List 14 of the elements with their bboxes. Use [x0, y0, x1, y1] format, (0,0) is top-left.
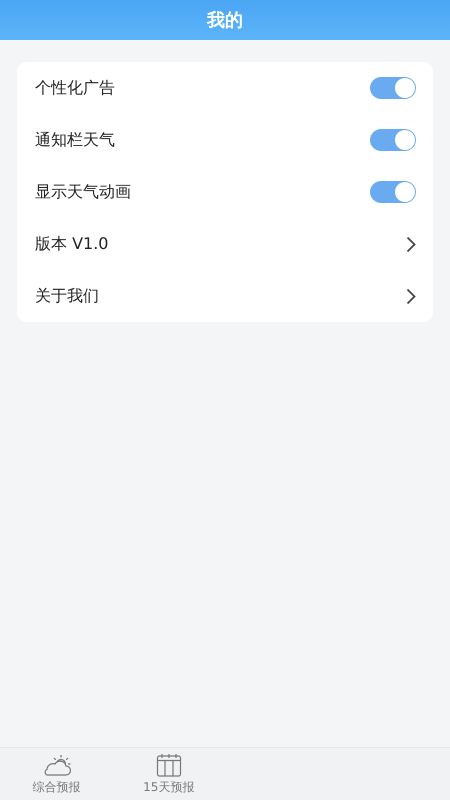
tab-button[interactable]: 15天预报: [112, 748, 225, 800]
chevron-right-icon[interactable]: [406, 236, 416, 252]
calendar-icon: [156, 752, 182, 776]
setting-label: 个性化广告: [35, 78, 115, 98]
toggle-switch[interactable]: [370, 129, 416, 151]
setting-label: 通知栏天气: [35, 130, 115, 150]
toggle-switch[interactable]: [370, 181, 416, 203]
setting-label: 显示天气动画: [35, 182, 131, 202]
tab-button[interactable]: 综合预报: [0, 748, 112, 800]
toggle-switch[interactable]: [370, 77, 416, 99]
setting-label: 关于我们: [35, 286, 99, 306]
page-title: 我的: [207, 9, 243, 32]
chevron-right-icon[interactable]: [406, 288, 416, 304]
setting-label: 版本 V1.0: [35, 234, 108, 254]
